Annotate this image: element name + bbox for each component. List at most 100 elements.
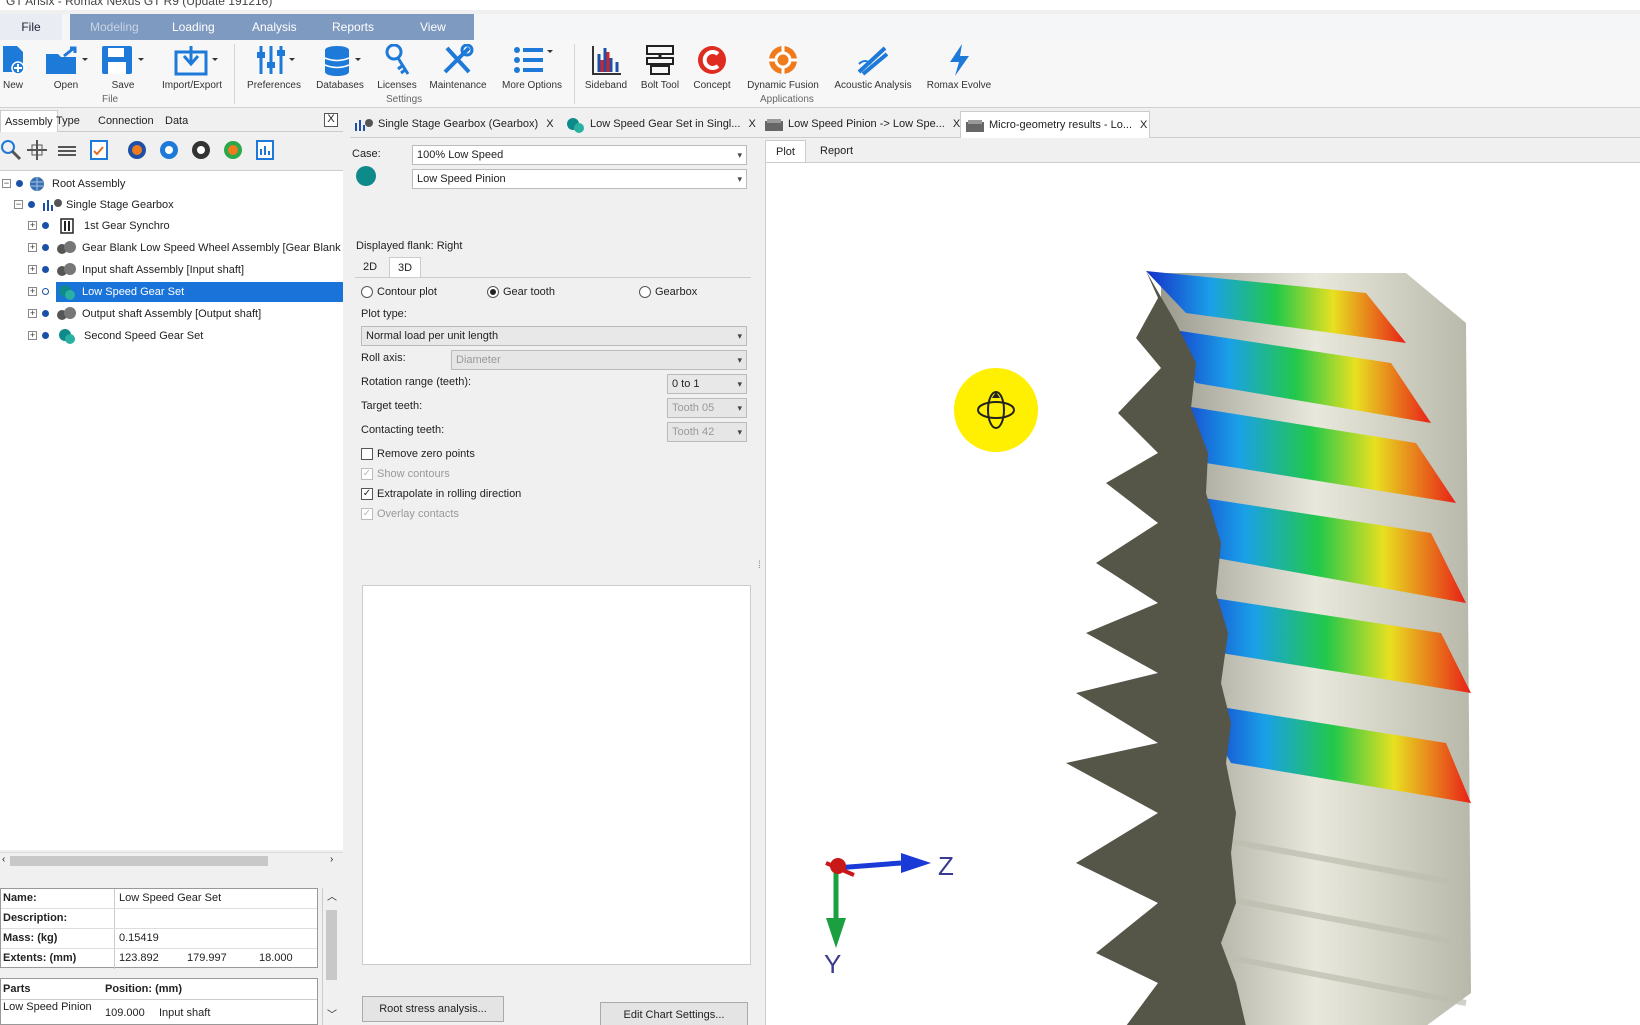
close-tab-icon[interactable]: X [546, 118, 553, 130]
plot-type-select[interactable]: Normal load per unit length ▾ [361, 326, 747, 346]
name-value[interactable]: Low Speed Gear Set [119, 892, 221, 904]
licenses-button[interactable]: Licenses [374, 42, 420, 91]
tab-view[interactable]: View [420, 20, 446, 34]
tree-item-root-assembly[interactable]: − Root Assembly [0, 174, 343, 194]
maintenance-button[interactable]: Maintenance [426, 42, 490, 91]
search-icon[interactable] [0, 139, 22, 161]
doc-tab-low-speed-pinion[interactable]: Low Speed Pinion -> Low Spe... X [760, 111, 960, 138]
target-teeth-select[interactable]: Tooth 05 ▾ [667, 398, 747, 418]
tree-item-input-shaft-assembly[interactable]: + Input shaft Assembly [Input shaft] [0, 260, 343, 280]
contacting-teeth-select[interactable]: Tooth 42 ▾ [667, 422, 747, 442]
rotation-range-select[interactable]: 0 to 1 ▾ [667, 374, 747, 394]
close-tab-icon[interactable]: X [748, 118, 755, 130]
part-select[interactable]: Low Speed Pinion ▾ [412, 169, 747, 189]
case-select[interactable]: 100% Low Speed ▾ [412, 145, 747, 165]
expand-icon[interactable]: + [28, 221, 37, 230]
tree-item-1st-gear-synchro[interactable]: + 1st Gear Synchro [0, 216, 343, 236]
doc-tab-micro-geometry-results[interactable]: Micro-geometry results - Lo... X [960, 111, 1150, 138]
gear-dark-icon[interactable] [190, 139, 212, 161]
import-export-button[interactable]: Import/Export [156, 42, 228, 91]
splitter-handle-icon[interactable]: ⁞ [758, 560, 761, 571]
gear-tooth-radio[interactable] [487, 286, 499, 298]
report-icon[interactable] [254, 139, 276, 161]
contour-plot-radio[interactable] [361, 286, 373, 298]
expand-icon[interactable]: + [28, 309, 37, 318]
tab-data[interactable]: Data [165, 115, 188, 127]
open-button[interactable]: Open [44, 42, 88, 91]
doc-tab-single-stage-gearbox[interactable]: Single Stage Gearbox (Gearbox) X [350, 111, 560, 138]
ribbon-tab-bar: File Modeling Loading Analysis Reports V… [0, 14, 1640, 40]
tab-loading[interactable]: Loading [172, 20, 215, 34]
edit-chart-settings-button[interactable]: Edit Chart Settings... [600, 1002, 748, 1025]
expand-icon[interactable]: + [28, 331, 37, 340]
tab-analysis[interactable]: Analysis [252, 20, 297, 34]
tab-reports[interactable]: Reports [332, 20, 374, 34]
romax-evolve-button[interactable]: Romax Evolve [922, 42, 996, 91]
displayed-flank-label: Displayed flank: Right [356, 240, 463, 252]
scroll-down-icon[interactable]: ﹀ [327, 1006, 337, 1021]
new-icon [0, 42, 26, 76]
tab-connection[interactable]: Connection [98, 115, 154, 127]
gear-blue-icon[interactable] [158, 139, 180, 161]
roll-axis-select[interactable]: Diameter ▾ [451, 350, 747, 370]
gear-multicolor-icon[interactable] [222, 139, 244, 161]
gearbox-radio[interactable] [639, 286, 651, 298]
chevron-down-icon: ▾ [737, 355, 742, 365]
new-button[interactable]: New [0, 42, 26, 91]
gear-orange-blue-icon[interactable] [126, 139, 148, 161]
save-button[interactable]: Save [100, 42, 146, 91]
expand-icon[interactable]: + [28, 287, 37, 296]
tab-type[interactable]: Type [56, 115, 80, 127]
view-tabs: Plot Report [765, 140, 1640, 162]
romax-evolve-icon [922, 42, 996, 76]
preferences-button[interactable]: Preferences [242, 42, 306, 91]
bolt-tool-button[interactable]: Bolt Tool [636, 42, 684, 91]
3d-viewport[interactable]: Z Y [765, 162, 1640, 1025]
expand-icon[interactable]: + [28, 265, 37, 274]
close-panel-button[interactable]: X [324, 113, 338, 127]
scroll-left-icon[interactable]: ‹ [2, 854, 5, 865]
tab-assembly[interactable]: Assembly [0, 110, 58, 132]
overlay-contacts-checkbox[interactable]: ✓ [361, 508, 373, 520]
tree-horizontal-scrollbar[interactable]: ‹ › [0, 852, 343, 868]
tab-report[interactable]: Report [810, 140, 863, 162]
show-contours-checkbox[interactable]: ✓ [361, 468, 373, 480]
tab-plot[interactable]: Plot [765, 140, 806, 162]
document-tabs: Single Stage Gearbox (Gearbox) X Low Spee… [350, 111, 1640, 138]
close-tab-icon[interactable]: X [1140, 119, 1147, 131]
databases-button[interactable]: Databases [312, 42, 368, 91]
layers-icon[interactable] [56, 139, 78, 161]
tree-item-output-shaft-assembly[interactable]: + Output shaft Assembly [Output shaft] [0, 304, 343, 324]
collapse-icon[interactable]: − [14, 200, 23, 209]
doc-tab-low-speed-gear-set[interactable]: Low Speed Gear Set in Singl... X [562, 111, 758, 138]
root-stress-analysis-button[interactable]: Root stress analysis... [362, 996, 504, 1022]
tree-item-gear-blank-low-speed[interactable]: + Gear Blank Low Speed Wheel Assembly [G… [0, 238, 343, 258]
gear-3d-render[interactable] [766, 163, 1640, 1025]
gear-set-icon [58, 328, 76, 344]
tab-2d[interactable]: 2D [355, 257, 385, 277]
tab-file[interactable]: File [0, 14, 62, 40]
remove-zero-points-checkbox[interactable] [361, 448, 373, 460]
tab-3d[interactable]: 3D [389, 257, 422, 277]
dynamic-fusion-button[interactable]: Dynamic Fusion [744, 42, 822, 91]
extrapolate-checkbox[interactable]: ✓ [361, 488, 373, 500]
move-icon[interactable] [26, 139, 48, 161]
part-name[interactable]: Low Speed Pinion [3, 1001, 93, 1013]
tree-item-single-stage-gearbox[interactable]: − Single Stage Gearbox [0, 195, 343, 215]
mass-value: 0.15419 [119, 932, 159, 944]
concept-button[interactable]: Concept [690, 42, 734, 91]
sideband-button[interactable]: Sideband [582, 42, 630, 91]
properties-vertical-scrollbar[interactable]: ︿ ﹀ [322, 888, 340, 1025]
checklist-icon[interactable] [88, 139, 110, 161]
scroll-up-icon[interactable]: ︿ [327, 888, 337, 903]
globe-icon [28, 176, 46, 192]
part-selector-icon[interactable] [356, 166, 376, 186]
tree-item-second-speed-gear-set[interactable]: + Second Speed Gear Set [0, 326, 343, 346]
more-options-button[interactable]: More Options [498, 42, 566, 91]
collapse-icon[interactable]: − [2, 179, 11, 188]
tab-modeling[interactable]: Modeling [90, 20, 139, 34]
scroll-right-icon[interactable]: › [330, 854, 333, 865]
expand-icon[interactable]: + [28, 243, 37, 252]
tree-item-low-speed-gear-set[interactable]: Low Speed Gear Set [56, 282, 343, 302]
acoustic-analysis-button[interactable]: Acoustic Analysis [830, 42, 916, 91]
